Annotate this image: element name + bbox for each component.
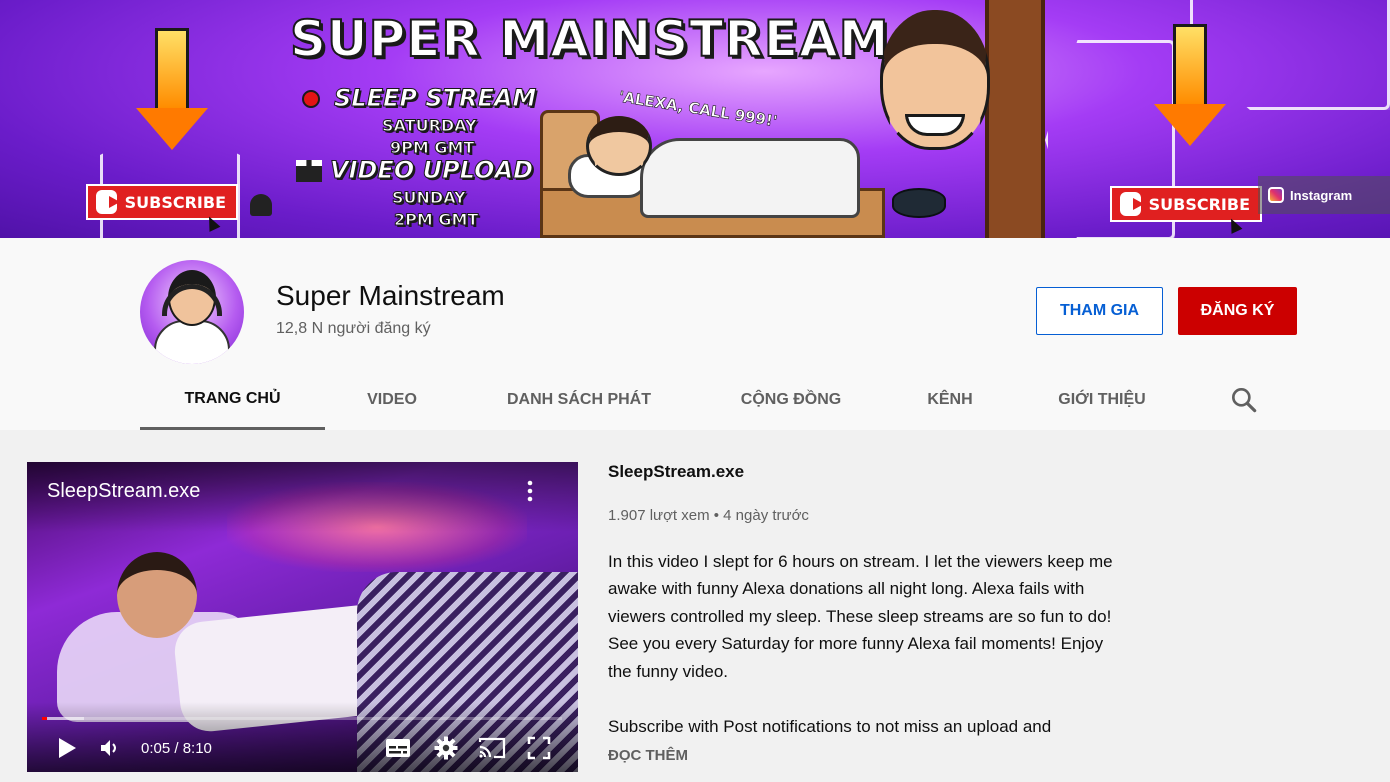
played-bar [42, 717, 48, 720]
door-illustration [985, 0, 1045, 238]
player-more-button[interactable] [521, 478, 539, 504]
settings-button[interactable] [431, 734, 461, 762]
play-icon [59, 738, 76, 758]
search-icon [1232, 388, 1257, 413]
play-button[interactable] [53, 734, 81, 762]
time-display: 0:05 / 8:10 [141, 740, 212, 757]
channel-name: Super Mainstream [276, 280, 505, 311]
subtitles-icon [386, 739, 410, 757]
fullscreen-button[interactable] [525, 734, 553, 762]
smart-speaker-illustration [892, 188, 946, 218]
banner-sleep-day: SATURDAY [382, 116, 478, 136]
read-more-button[interactable]: ĐỌC THÊM [608, 747, 688, 764]
bell-icon [250, 194, 272, 216]
more-vert-icon [527, 480, 533, 502]
channel-search-button[interactable] [1228, 384, 1260, 416]
banner-subscribe-label: SUBSCRIBE [124, 192, 226, 212]
down-arrow-graphic [1154, 24, 1226, 146]
volume-icon [101, 740, 116, 756]
banner-upload-day: SUNDAY [392, 188, 467, 208]
youtube-logo-icon [96, 190, 120, 214]
banner-subscribe-badge: SUBSCRIBE [1110, 186, 1262, 222]
featured-video-title[interactable]: SleepStream.exe [608, 462, 744, 482]
tab-home[interactable]: TRANG CHỦ [140, 370, 325, 430]
progress-bar[interactable] [42, 717, 562, 720]
channel-tabs: TRANG CHỦ VIDEO DANH SÁCH PHÁT CỘNG ĐỒNG… [140, 370, 1187, 430]
bed-illustration [540, 110, 885, 238]
down-arrow-graphic [136, 28, 208, 150]
channel-header: Super Mainstream 12,8 N người đăng ký TH… [0, 238, 1390, 430]
featured-video-description-more: Subscribe with Post notifications to not… [608, 717, 1052, 736]
channel-avatar[interactable] [140, 260, 244, 364]
character-face-illustration [880, 10, 990, 150]
banner-sleep-stream: SLEEP STREAM [333, 84, 537, 113]
tab-community[interactable]: CỘNG ĐỒNG [699, 370, 883, 430]
subscriber-count: 12,8 N người đăng ký [276, 320, 431, 337]
featured-video-section: SleepStream.exe 0:05 / 8:10 SleepStream.… [0, 430, 1390, 782]
gear-icon [434, 736, 458, 760]
subtitles-button[interactable] [383, 734, 413, 762]
featured-video-meta: 1.907 lượt xem • 4 ngày trước [608, 507, 809, 524]
buffered-bar [42, 717, 84, 720]
subscribe-button[interactable]: ĐĂNG KÝ [1178, 287, 1297, 335]
banner-subscribe-badge: SUBSCRIBE [86, 184, 238, 220]
clapperboard-icon [296, 160, 322, 182]
volume-button[interactable] [95, 734, 125, 762]
banner-video-upload: VIDEO UPLOAD [330, 156, 534, 185]
join-button[interactable]: THAM GIA [1036, 287, 1163, 335]
youtube-logo-icon [1120, 192, 1144, 216]
cast-icon [478, 737, 506, 759]
banner-upload-time: 2PM GMT [393, 210, 479, 230]
video-player[interactable]: SleepStream.exe 0:05 / 8:10 [27, 462, 578, 772]
fullscreen-icon [527, 736, 551, 760]
hex-decoration [1190, 0, 1390, 110]
banner-subscribe-label: SUBSCRIBE [1148, 194, 1250, 214]
channel-banner: SUBSCRIBE SUBSCRIBE SUPER MAINSTREAM SLE… [0, 0, 1390, 238]
tab-about[interactable]: GIỚI THIỆU [1017, 370, 1187, 430]
featured-video-description: In this video I slept for 6 hours on str… [608, 552, 1113, 681]
tab-channels[interactable]: KÊNH [883, 370, 1017, 430]
instagram-link-label: Instagram [1290, 187, 1353, 203]
cast-button[interactable] [475, 734, 509, 762]
player-video-title[interactable]: SleepStream.exe [47, 480, 200, 503]
tab-playlists[interactable]: DANH SÁCH PHÁT [459, 370, 699, 430]
instagram-icon [1268, 187, 1284, 203]
banner-title: SUPER MAINSTREAM [289, 9, 890, 69]
record-dot-icon [302, 90, 320, 108]
instagram-link[interactable]: Instagram [1258, 176, 1390, 214]
banner-sleep-time: 9PM GMT [389, 138, 475, 158]
tab-videos[interactable]: VIDEO [325, 370, 459, 430]
